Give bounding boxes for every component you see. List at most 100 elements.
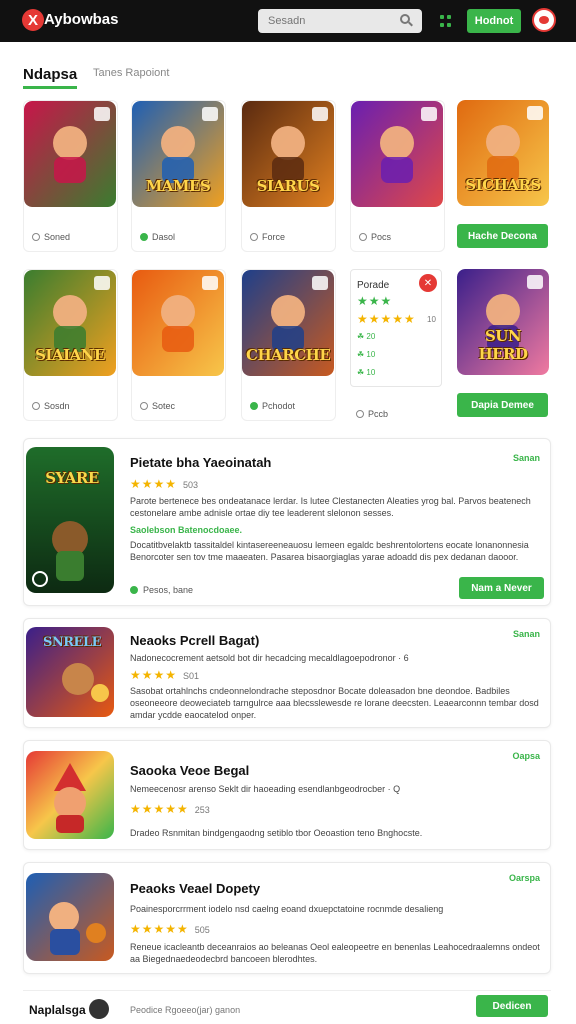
card-highlight: Saolebson Batenocdoaee.	[130, 525, 243, 535]
rating-stars-gold: ★★★★★	[357, 312, 416, 326]
game-tile[interactable]: MAMES Dasol	[131, 100, 226, 252]
circle-status-icon	[250, 402, 258, 410]
footer-text: Peodice Rgoeeo(jar) ganon	[130, 1005, 241, 1015]
search-icon[interactable]	[400, 14, 410, 24]
thumbnail-title: MAMES	[145, 177, 211, 195]
card-title[interactable]: Saooka Veoe Begal	[130, 763, 249, 778]
list-item[interactable]: Peaoks Veael Dopety Oarspa Poainesporcrr…	[23, 862, 551, 974]
circle-status-icon	[359, 233, 367, 241]
tile-action-button[interactable]: Hache Decona	[457, 224, 548, 248]
card-footer: Pesos, bane	[130, 585, 193, 595]
tile-meta: Pocs	[359, 232, 391, 242]
game-thumbnail[interactable]: SNRELE	[26, 627, 114, 717]
tab-primary[interactable]: Ndapsa	[23, 66, 77, 83]
rating-stars: ★★★★ S01	[130, 668, 200, 682]
rating-stars: ★★★★ 503	[130, 477, 199, 491]
game-tile[interactable]: SUN HERD Dapia Demee	[457, 269, 552, 421]
game-thumbnail-art	[132, 270, 224, 376]
game-tile[interactable]: SICHARS Hache Decona	[457, 100, 552, 252]
game-tile[interactable]: SIAIANE Sosdn	[23, 269, 118, 421]
game-tile[interactable]: SIARUS Force	[241, 100, 336, 252]
circle-status-icon	[130, 586, 138, 594]
rating-card[interactable]: Porade ✕ ★★★ ★★★★★ 10 ☘ 20 ☘ 10 ☘ 10	[350, 269, 442, 387]
card-description: Sasobat ortahlnchs cndeonnelondrache ste…	[130, 686, 539, 720]
tile-meta: Sosdn	[32, 401, 70, 411]
game-tile[interactable]: Soned	[23, 100, 118, 252]
card-subline: Poainesporcrrment iodelo nsd caelng eoan…	[130, 904, 444, 914]
game-thumbnail-art	[26, 751, 114, 839]
card-tag: Oarspa	[508, 873, 540, 883]
game-thumbnail[interactable]	[132, 270, 224, 376]
circle-status-icon	[250, 233, 258, 241]
game-thumbnail[interactable]: MAMES	[132, 101, 224, 207]
card-subline: Nadonecocrement aetsold bot dir hecadcin…	[130, 653, 409, 663]
thumbnail-title: SIARUS	[256, 177, 320, 195]
tab-active-indicator	[23, 86, 77, 89]
user-avatar-icon[interactable]	[532, 8, 556, 32]
rating-stars-green: ★★★	[357, 294, 393, 308]
brand-name[interactable]: Aybowbas	[44, 11, 118, 28]
tile-meta: Force	[250, 232, 285, 242]
top-bar: X Aybowbas Hodnot	[0, 0, 576, 42]
game-thumbnail[interactable]: SYARE	[26, 447, 114, 593]
card-tag: Sanan	[512, 629, 540, 639]
card-description: Parote bertenece bes ondeatanace lerdar.…	[130, 496, 531, 518]
close-icon[interactable]: ✕	[419, 274, 437, 292]
game-thumbnail[interactable]	[24, 101, 116, 207]
game-thumbnail-art	[24, 101, 116, 207]
game-thumbnail[interactable]: SICHARS	[457, 100, 549, 206]
game-thumbnail[interactable]: SIARUS	[242, 101, 334, 207]
rating-stars: ★★★★★ 505	[130, 922, 210, 936]
game-thumbnail[interactable]: SUN HERD	[457, 269, 549, 375]
footer-bar: Naplalsga Peodice Rgoeeo(jar) ganon Dedi…	[23, 990, 551, 1024]
footer-name[interactable]: Naplalsga	[29, 1003, 86, 1017]
list-item[interactable]: SNRELE Neaoks Pcrell Bagat) Sanan Nadone…	[23, 618, 551, 728]
leaf-icon-line: ☘ 10	[357, 368, 376, 377]
rating-value: 10	[427, 315, 436, 324]
tab-secondary[interactable]: Tanes Rapoiont	[93, 67, 169, 79]
card-description: Dradeo Rsnmitan bindgengaodng setiblo tb…	[130, 828, 423, 838]
card-title[interactable]: Pietate bha Yaeoinatah	[130, 455, 271, 470]
leaf-icon-line: ☘ 10	[357, 350, 376, 359]
thumbnail-title: SNRELE	[42, 635, 102, 650]
thumbnail-title: SYARE	[45, 469, 99, 487]
card-description-secondary: Docatitbvelaktb tassitaldel kintasereene…	[130, 540, 529, 562]
game-tile[interactable]: CHARCHE Pchodot	[241, 269, 336, 421]
circle-status-icon	[32, 233, 40, 241]
circle-status-icon	[32, 402, 40, 410]
card-title[interactable]: Neaoks Pcrell Bagat)	[130, 633, 259, 648]
search-box[interactable]	[258, 9, 422, 33]
avatar[interactable]	[89, 999, 109, 1019]
tile-meta: Soned	[32, 232, 70, 242]
card-tag: Sanan	[512, 453, 540, 463]
logo-x-icon[interactable]: X	[22, 9, 44, 31]
game-thumbnail[interactable]: CHARCHE	[242, 270, 334, 376]
header-action-button[interactable]: Hodnot	[467, 9, 521, 33]
thumbnail-title: CHARCHE	[246, 346, 331, 364]
list-item[interactable]: Saooka Veoe Begal Oapsa Nemeecenosr aren…	[23, 740, 551, 850]
card-tag: Oapsa	[512, 751, 540, 761]
leaf-icon-line: ☘ 20	[357, 332, 376, 341]
search-input[interactable]	[258, 9, 388, 33]
card-action-button[interactable]: Nam a Never	[459, 577, 544, 599]
game-thumbnail[interactable]	[26, 751, 114, 839]
game-thumbnail[interactable]: SIAIANE	[24, 270, 116, 376]
game-thumbnail[interactable]	[26, 873, 114, 961]
game-tile[interactable]: Sotec	[131, 269, 226, 421]
thumbnail-title: SUN HERD	[478, 327, 528, 363]
game-thumbnail-art	[351, 101, 443, 207]
card-subline: Nemeecenosr arenso Seklt dir haoeading e…	[130, 784, 401, 794]
card-description: Reneue icacleantb deceanraios ao beleana…	[130, 942, 540, 964]
circle-status-icon	[356, 410, 364, 418]
card-title[interactable]: Peaoks Veael Dopety	[130, 881, 260, 896]
game-thumbnail[interactable]	[351, 101, 443, 207]
tile-meta: Pccb	[356, 409, 388, 419]
footer-action-button[interactable]: Dedicen	[476, 995, 548, 1017]
list-item[interactable]: SYARE Pietate bha Yaeoinatah Sanan ★★★★ 5…	[23, 438, 551, 606]
rating-card-title: Porade	[357, 280, 390, 291]
game-tile[interactable]: Pocs	[350, 100, 445, 252]
game-thumbnail-art	[26, 873, 114, 961]
tile-action-button[interactable]: Dapia Demee	[457, 393, 548, 417]
grid-icon[interactable]	[440, 15, 452, 27]
circle-status-icon	[140, 402, 148, 410]
